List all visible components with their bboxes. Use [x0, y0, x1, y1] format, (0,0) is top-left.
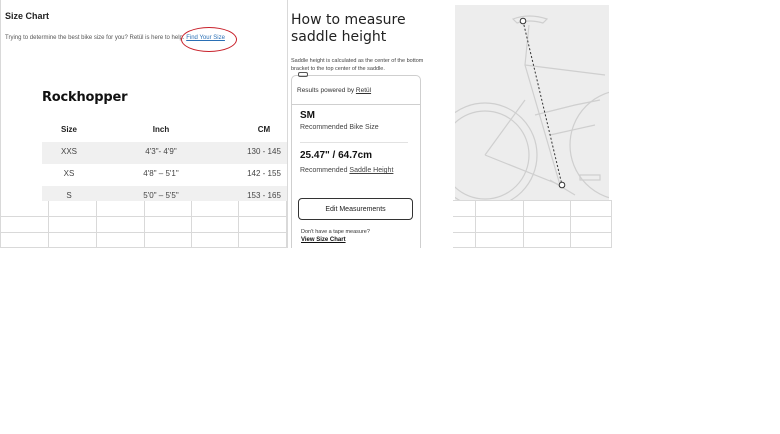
recommended-size-label: Recommended Bike Size — [300, 124, 379, 131]
model-name: Rockhopper — [42, 90, 128, 105]
header-cm: CM — [257, 125, 271, 134]
row-size: S — [66, 191, 72, 200]
row-cm: 153 - 165 — [247, 191, 281, 200]
table-row: XS 4'8" – 5'1" 142 - 155 — [42, 164, 288, 186]
result-separator — [300, 142, 408, 143]
bike-diagram-icon — [432, 15, 681, 208]
saddle-height-panel: How to measure saddle height Saddle heig… — [287, 0, 453, 248]
row-cm: 142 - 155 — [247, 169, 281, 178]
results-card — [291, 75, 421, 248]
saddle-height-link[interactable]: Saddle Height — [349, 167, 393, 174]
row-cm: 130 - 145 — [247, 147, 281, 156]
size-table: Size Inch CM XXS 4'3"- 4'9" 130 - 145 XS… — [42, 120, 288, 201]
tape-icon — [298, 72, 308, 77]
powered-by: Results powered by Retül — [297, 87, 371, 94]
recommended-size-value: SM — [300, 110, 315, 121]
intro-text: Trying to determine the best bike size f… — [5, 35, 185, 41]
row-size: XS — [63, 169, 75, 178]
card-divider — [291, 104, 421, 105]
tape-measure-question: Don't have a tape measure? — [301, 229, 370, 235]
size-chart-title: Size Chart — [5, 11, 50, 21]
edit-measurements-button[interactable]: Edit Measurements — [298, 198, 413, 220]
view-size-chart-link[interactable]: View Size Chart — [301, 237, 346, 243]
table-header: Size Inch CM — [42, 120, 288, 142]
row-size: XXS — [60, 147, 77, 156]
row-inch: 4'8" – 5'1" — [143, 169, 179, 178]
header-inch: Inch — [152, 125, 170, 134]
highlight-circle — [181, 27, 237, 52]
powered-prefix: Results powered by — [297, 87, 356, 94]
row-inch: 5'0" – 5'5" — [143, 191, 179, 200]
measure-description: Saddle height is calculated as the cente… — [291, 58, 424, 72]
header-size: Size — [60, 125, 77, 134]
saddle-height-label: Recommended Saddle Height — [300, 167, 393, 174]
retul-link[interactable]: Retül — [356, 87, 371, 94]
bike-illustration — [432, 5, 681, 208]
table-row: XXS 4'3"- 4'9" 130 - 145 — [42, 142, 288, 164]
saddle-height-prefix: Recommended — [300, 167, 350, 174]
saddle-height-value: 25.47" / 64.7cm — [300, 150, 373, 161]
size-chart-panel: Size Chart Trying to determine the best … — [0, 0, 288, 201]
measure-title: How to measure saddle height — [291, 12, 406, 45]
table-row: S 5'0" – 5'5" 153 - 165 — [42, 186, 288, 201]
row-inch: 4'3"- 4'9" — [145, 147, 177, 156]
